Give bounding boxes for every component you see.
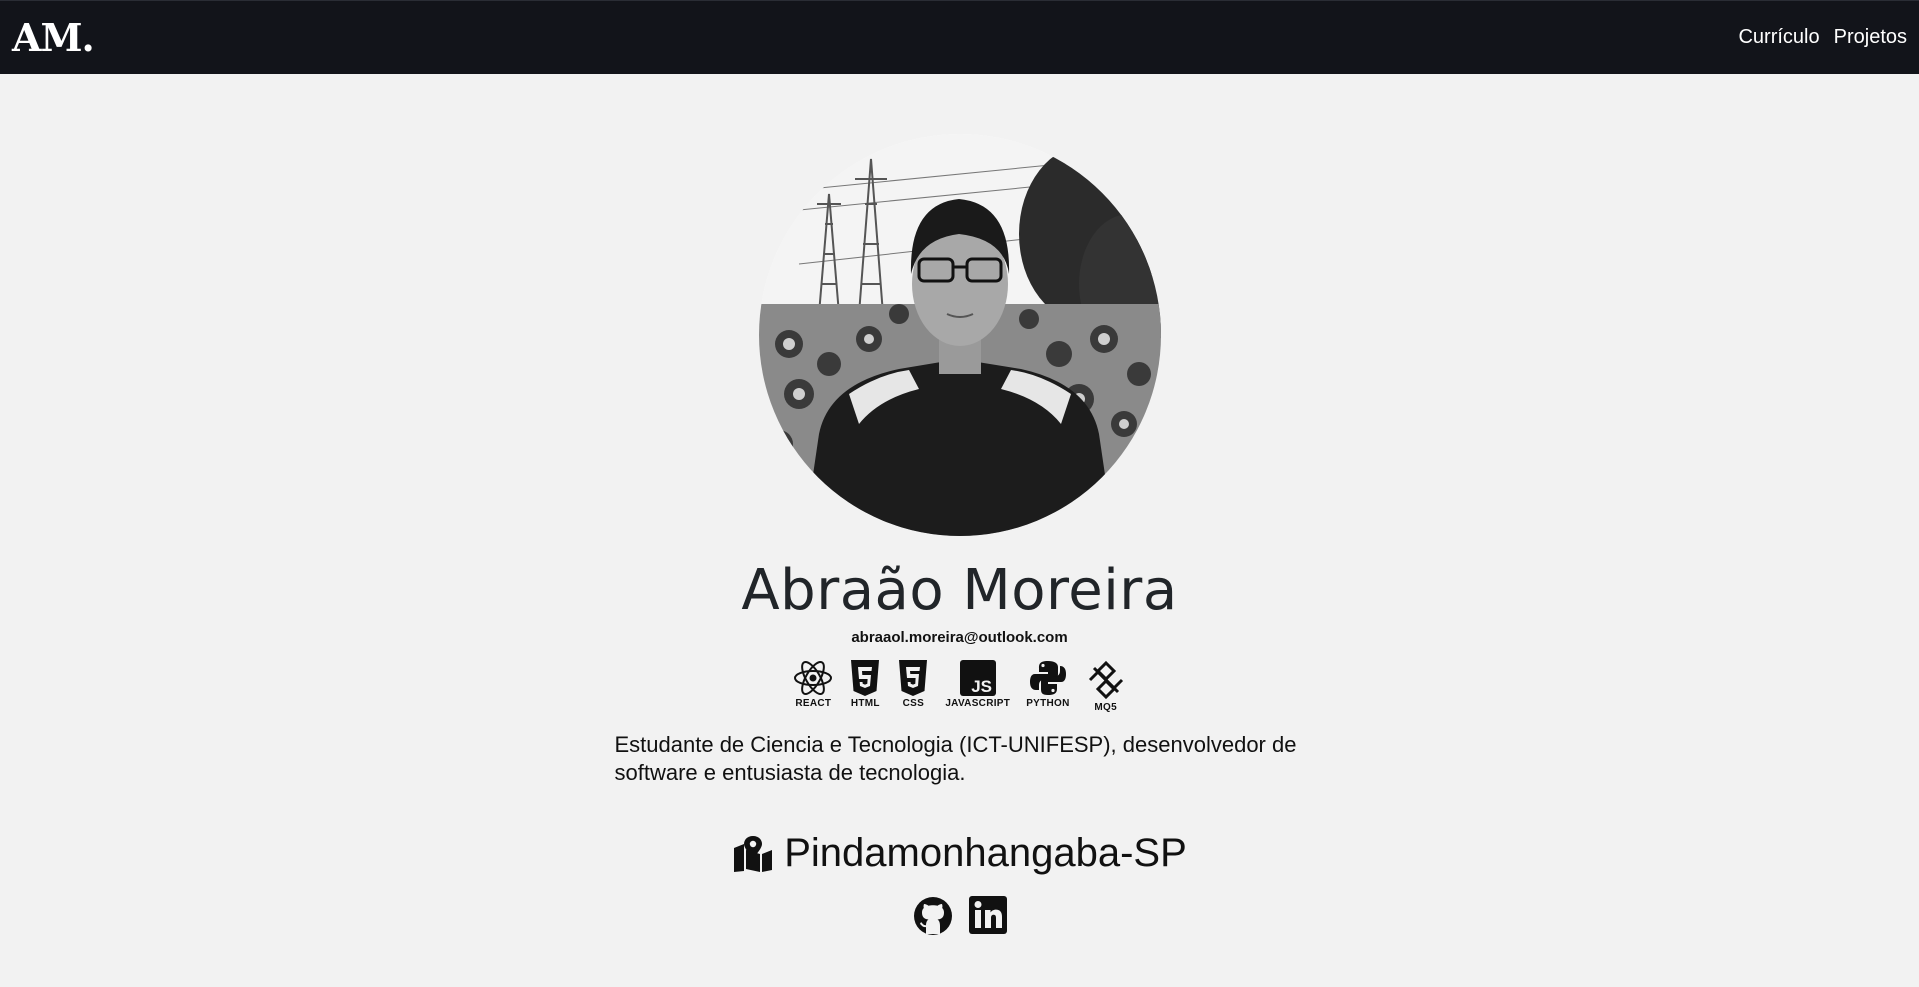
- tech-html: HTML: [849, 660, 881, 709]
- profile-name: Abraão Moreira: [741, 558, 1178, 623]
- svg-text:JS: JS: [971, 677, 992, 696]
- brand-logo[interactable]: AM.: [12, 15, 95, 60]
- tech-label: MQ5: [1094, 702, 1117, 713]
- tech-label: JAVASCRIPT: [945, 698, 1011, 709]
- html5-icon: [851, 660, 880, 696]
- map-location-icon: [734, 835, 773, 872]
- tech-label: HTML: [850, 698, 880, 709]
- location-text: Pindamonhangaba-SP: [784, 831, 1187, 875]
- nav-links: Currículo Projetos: [1738, 26, 1907, 49]
- tech-stack: REACT HTML CSS JS JAVASCRIPT PYTHON MQ5: [793, 660, 1125, 713]
- profile-email: abraaol.moreira@outlook.com: [851, 629, 1068, 646]
- tech-label: CSS: [902, 698, 925, 709]
- tech-mq5: MQ5: [1086, 660, 1126, 713]
- profile-description: Estudante de Ciencia e Tecnologia (ICT-U…: [614, 732, 1297, 785]
- linkedin-icon: [968, 896, 1007, 934]
- nav-link-curriculo[interactable]: Currículo: [1738, 26, 1819, 49]
- tech-python: PYTHON: [1026, 660, 1069, 709]
- social-links: [913, 896, 1007, 941]
- react-icon: [794, 661, 833, 695]
- tech-css: CSS: [897, 660, 929, 709]
- python-icon: [1029, 661, 1066, 695]
- navbar: AM. Currículo Projetos: [0, 0, 1919, 74]
- tech-react: REACT: [793, 660, 833, 709]
- github-link[interactable]: [913, 896, 953, 941]
- nav-link-projetos[interactable]: Projetos: [1834, 26, 1907, 49]
- javascript-icon: JS: [959, 660, 996, 696]
- profile-section: Abraão Moreira abraaol.moreira@outlook.c…: [0, 74, 1919, 941]
- tech-label: PYTHON: [1026, 698, 1070, 709]
- profile-photo: [758, 134, 1161, 536]
- tech-javascript: JS JAVASCRIPT: [945, 660, 1010, 709]
- css3-icon: [899, 660, 928, 696]
- location: Pindamonhangaba-SP: [732, 831, 1187, 876]
- github-icon: [913, 897, 952, 935]
- tech-label: REACT: [795, 698, 832, 709]
- mq5-icon: [1088, 660, 1123, 700]
- avatar: [758, 134, 1161, 536]
- linkedin-link[interactable]: [968, 896, 1007, 941]
